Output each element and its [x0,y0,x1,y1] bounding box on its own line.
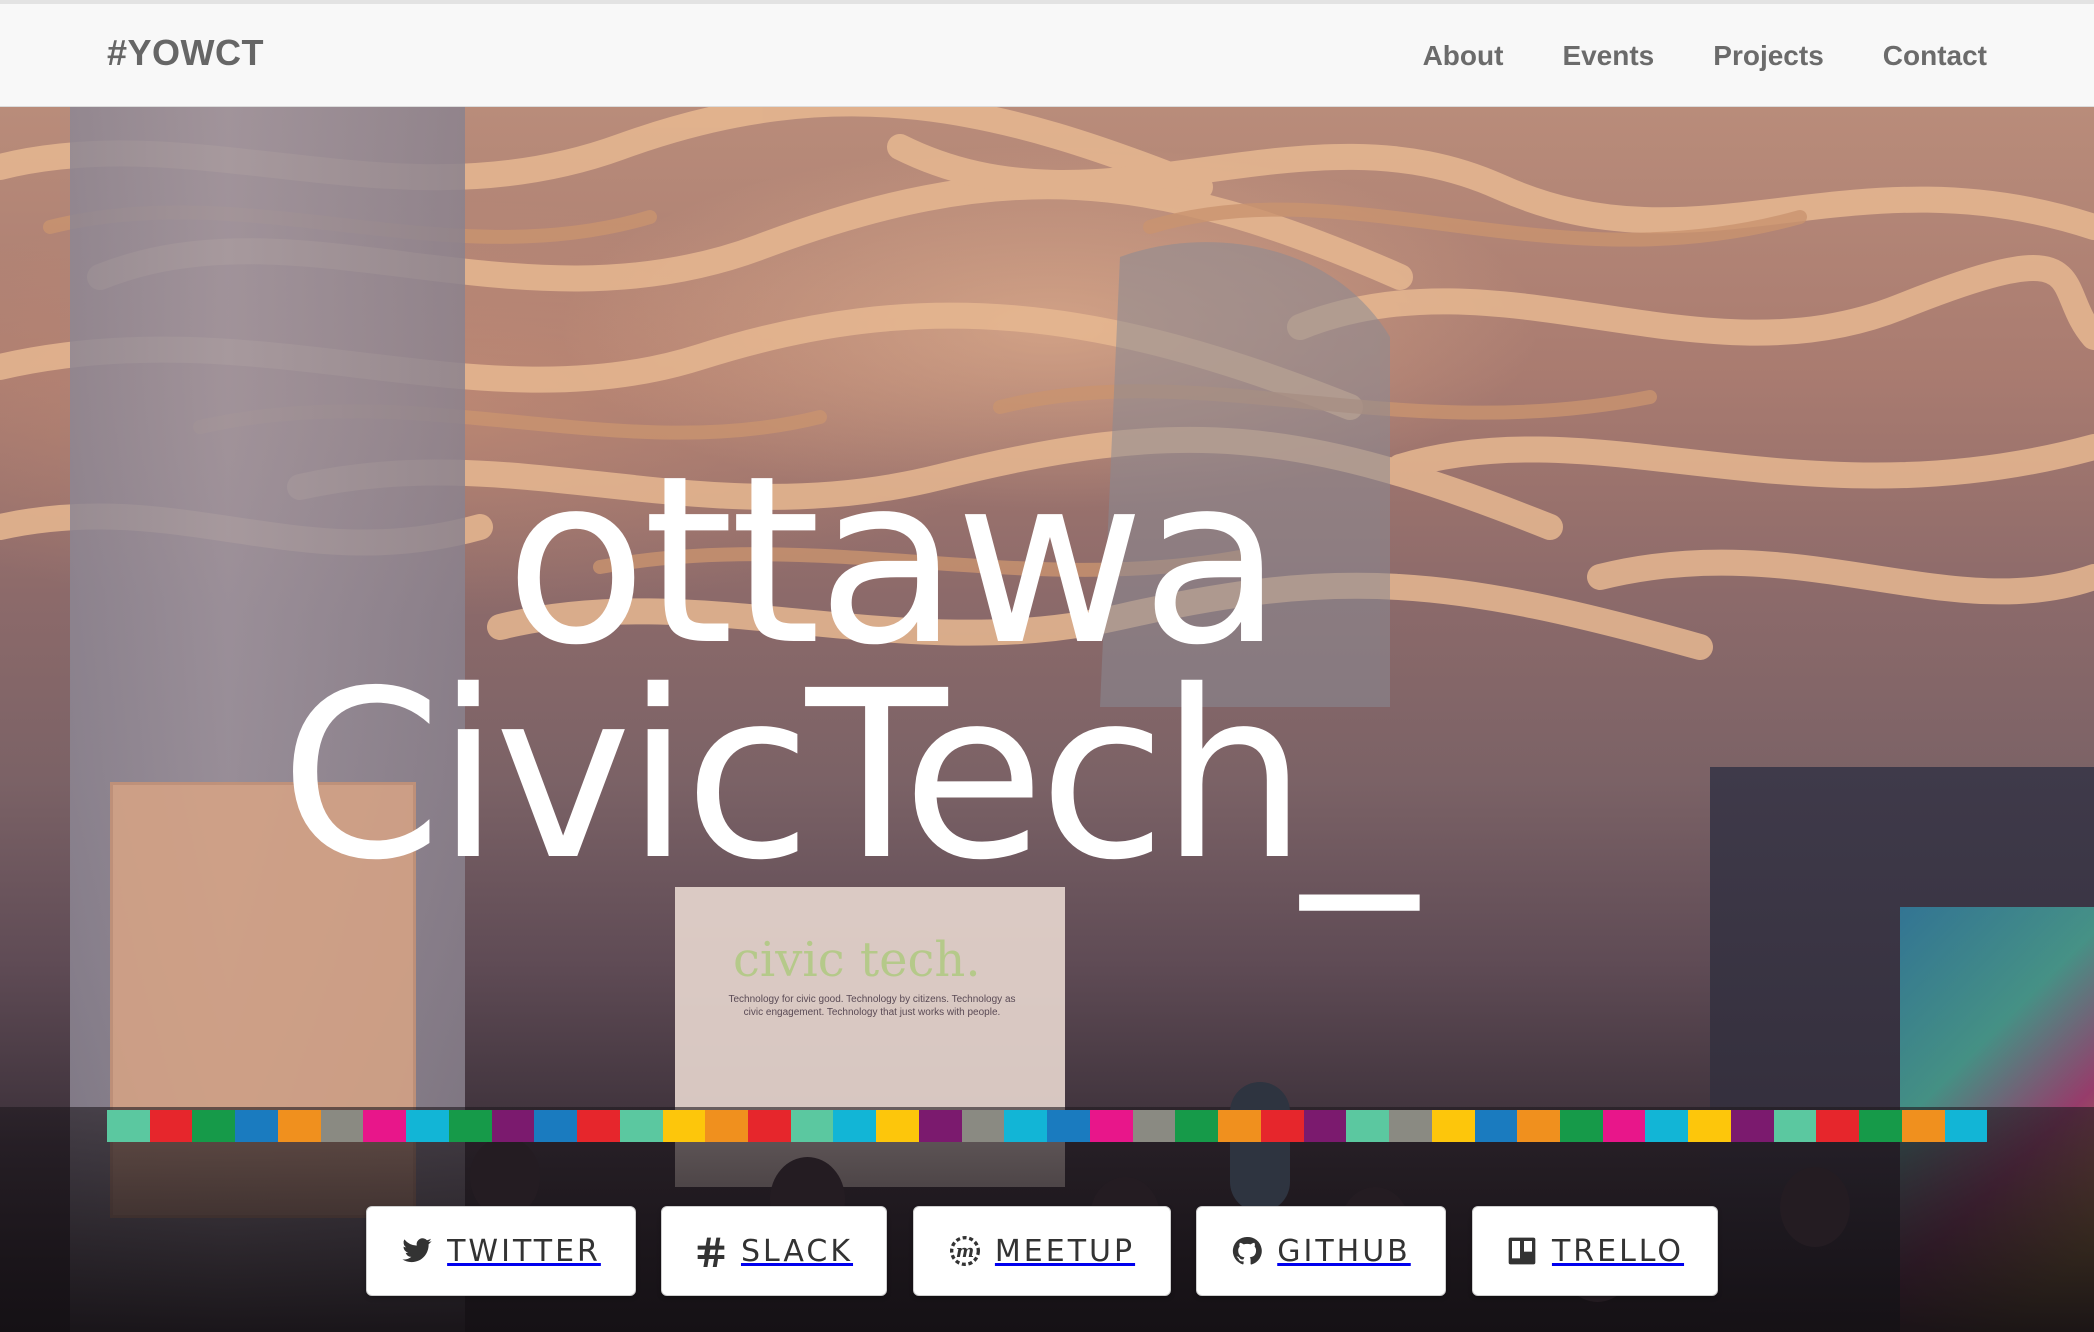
color-strip-square [619,1110,663,1142]
color-strip-square [1089,1110,1133,1142]
audience-head [1780,1167,1850,1247]
color-strip-square [1688,1110,1731,1142]
hero-title-civictech: CivicTech_ [280,641,1417,911]
color-strip [107,1110,1988,1142]
color-strip-square [1474,1110,1518,1142]
nav-links: About Events Projects Contact [1423,40,1987,72]
trello-icon [1508,1237,1536,1265]
color-strip-square [1346,1110,1390,1142]
github-label: GITHUB [1277,1233,1411,1269]
color-strip-square [363,1110,407,1142]
color-strip-square [705,1110,749,1142]
meetup-icon: m [949,1236,980,1266]
color-strip-square [1773,1110,1817,1142]
nav-link-projects[interactable]: Projects [1713,40,1824,72]
color-strip-square [149,1110,193,1142]
color-strip-square [790,1110,834,1142]
color-strip-square [1303,1110,1347,1142]
color-strip-square [1260,1110,1304,1142]
github-button[interactable]: GITHUB [1196,1206,1446,1296]
color-strip-square [876,1110,919,1142]
speaker-figure [1230,1082,1290,1212]
navbar: #YOWCT About Events Projects Contact [0,0,2094,107]
color-strip-square [1132,1110,1176,1142]
slack-label: SLACK [740,1233,854,1269]
nav-link-contact[interactable]: Contact [1883,40,1987,72]
twitter-button[interactable]: TWITTER [366,1206,636,1296]
slack-button[interactable]: SLACK [661,1206,887,1296]
color-strip-square [491,1110,535,1142]
color-strip-square [1645,1110,1689,1142]
color-strip-square [277,1110,321,1142]
color-strip-square [235,1110,278,1142]
color-strip-square [1816,1110,1860,1142]
color-strip-square [1004,1110,1048,1142]
color-strip-square [320,1110,364,1142]
color-strip-square [577,1110,620,1142]
color-strip-square [406,1110,449,1142]
color-strip-square [1944,1110,1988,1142]
meetup-button[interactable]: m MEETUP [913,1206,1171,1296]
color-strip-square [1859,1110,1902,1142]
color-strip-square [1175,1110,1219,1142]
color-strip-square [107,1110,150,1142]
trello-button[interactable]: TRELLO [1472,1206,1718,1296]
trello-label: TRELLO [1551,1233,1685,1269]
brand-link[interactable]: #YOWCT [107,32,264,74]
color-strip-square [1559,1110,1603,1142]
screen-title: civic tech. [733,932,981,988]
color-strip-square [192,1110,236,1142]
color-strip-square [1901,1110,1945,1142]
nav-link-events[interactable]: Events [1562,40,1654,72]
screen-subtitle: Technology for civic good. Technology by… [728,994,1016,1018]
color-strip-square [833,1110,877,1142]
color-strip-square [1602,1110,1646,1142]
github-icon [1233,1236,1263,1265]
slack-icon [697,1237,725,1267]
color-strip-square [1389,1110,1432,1142]
svg-text:m: m [956,1242,974,1262]
twitter-icon [402,1238,432,1263]
audience-head [470,1137,540,1217]
color-strip-square [961,1110,1005,1142]
color-strip-square [1730,1110,1774,1142]
color-strip-square [918,1110,962,1142]
color-strip-square [748,1110,791,1142]
color-strip-square [448,1110,492,1142]
meetup-label: MEETUP [994,1233,1136,1269]
color-strip-square [1047,1110,1090,1142]
color-strip-square [1431,1110,1475,1142]
twitter-label: TWITTER [447,1233,601,1269]
nav-link-about[interactable]: About [1423,40,1504,72]
color-strip-square [1517,1110,1560,1142]
color-strip-square [662,1110,706,1142]
color-strip-square [534,1110,578,1142]
color-strip-square [1218,1110,1261,1142]
